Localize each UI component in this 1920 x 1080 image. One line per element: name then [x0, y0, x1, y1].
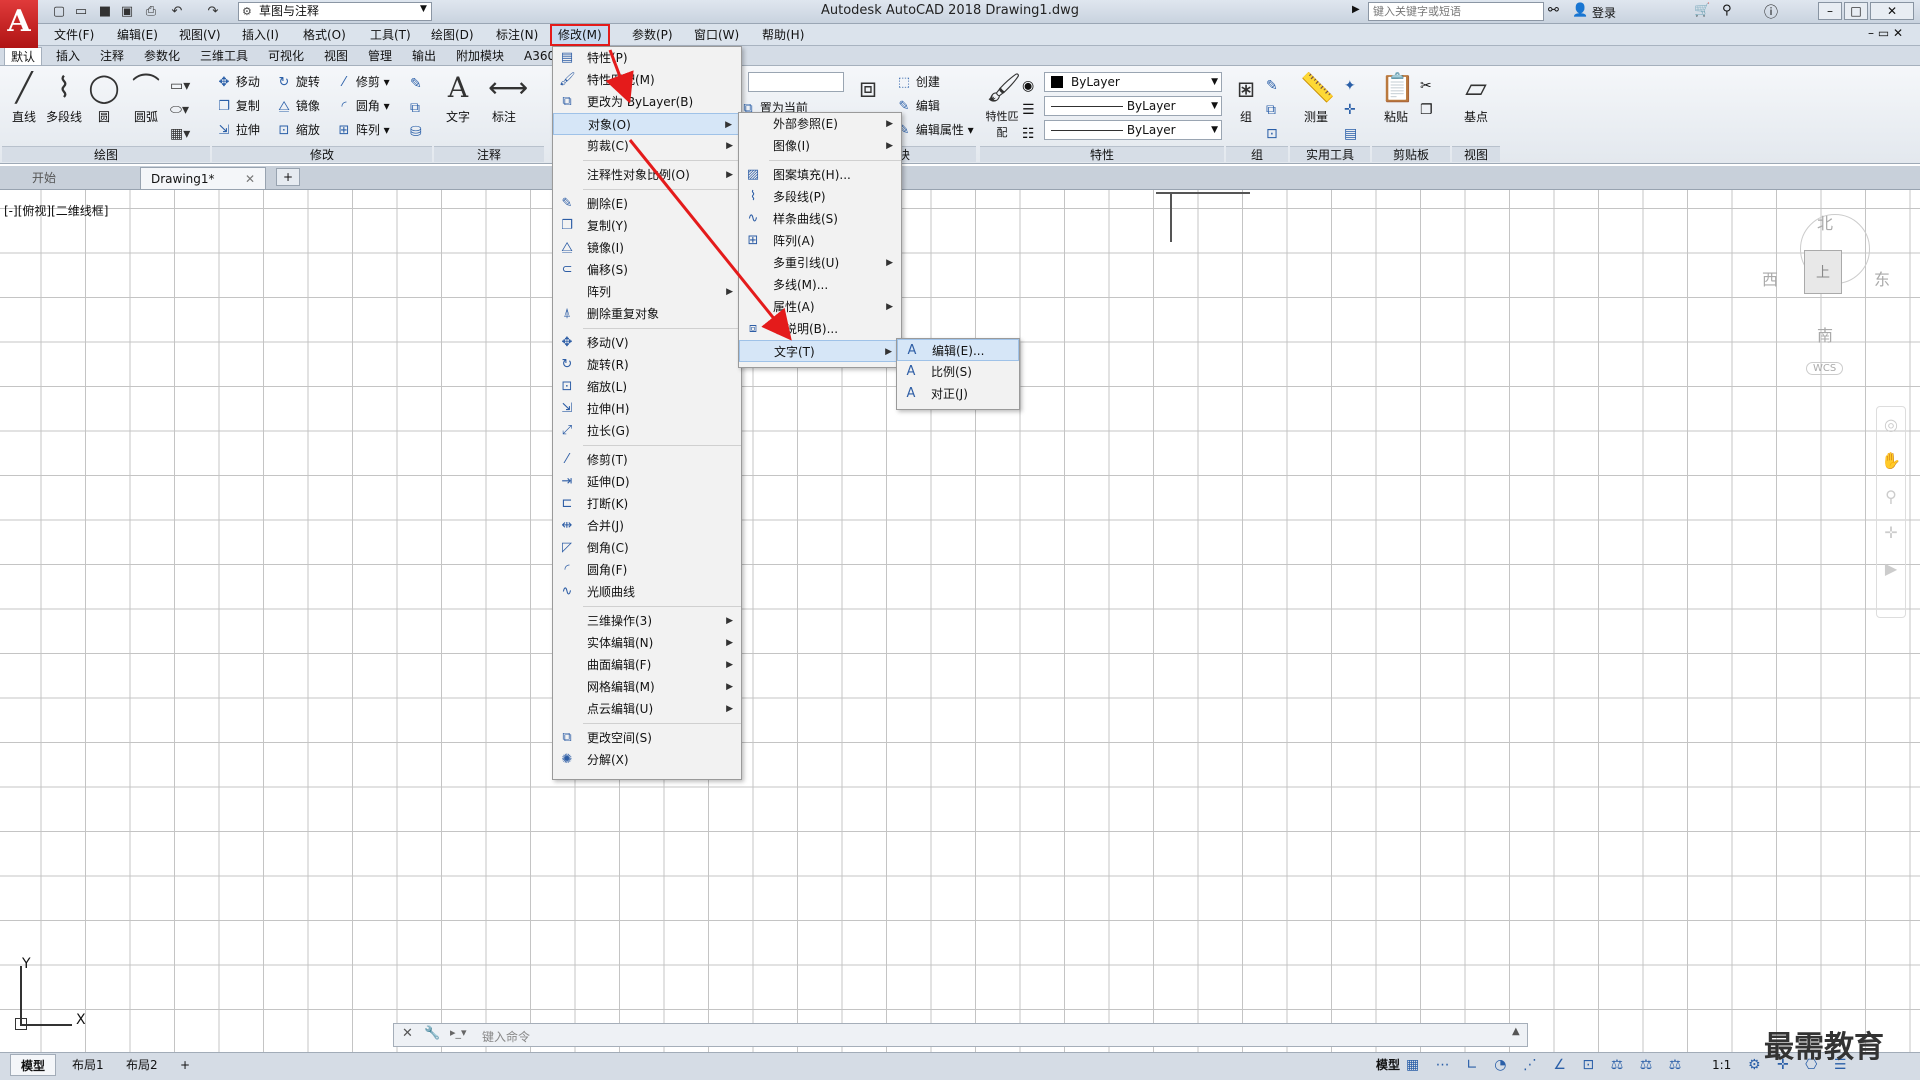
annotation-arrows [605, 49, 792, 341]
app-logo-button[interactable]: A [0, 0, 38, 48]
arrow-to-object [605, 49, 634, 104]
autocad-window: { "app": { "logo": "A", "title": "Autode… [0, 0, 1920, 1080]
arrow-to-text [628, 139, 792, 341]
